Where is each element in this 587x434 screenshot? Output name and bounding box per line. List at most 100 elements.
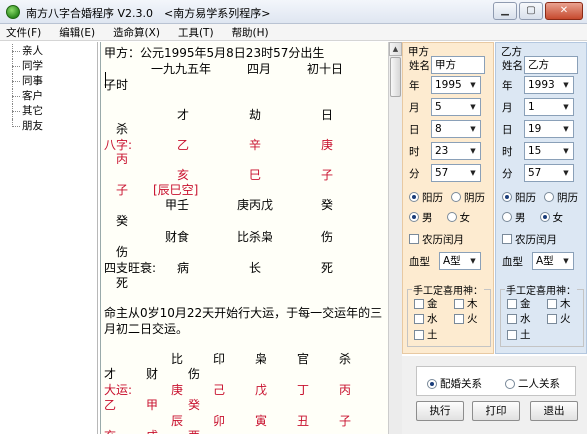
- party-a-tu-checkbox[interactable]: 土: [414, 327, 438, 342]
- canggan-1: 甲壬: [165, 198, 190, 212]
- scroll-thumb[interactable]: [390, 57, 401, 97]
- party-b-name-input[interactable]: 乙方: [524, 56, 578, 74]
- two-person-relation-radio[interactable]: 二人关系: [505, 376, 560, 391]
- minimize-button[interactable]: ▁: [493, 2, 517, 20]
- chevron-down-icon: ▼: [563, 147, 569, 155]
- dayun-intro-2: 月初二日交运。: [104, 322, 189, 336]
- tree-item-colleagues[interactable]: 同事: [0, 74, 97, 89]
- menu-edit[interactable]: 编辑(E): [59, 25, 95, 40]
- print-button[interactable]: 打印: [472, 401, 520, 421]
- menu-tools[interactable]: 工具(T): [178, 25, 214, 40]
- party-a-solar-radio[interactable]: 阳历: [409, 190, 443, 205]
- party-a-female-radio[interactable]: 女: [446, 210, 470, 225]
- checkbox-icon: [547, 298, 557, 309]
- exit-button[interactable]: 退出: [530, 401, 578, 421]
- party-a-day-value: 8: [435, 123, 442, 135]
- lunar-label: 阴历: [464, 191, 485, 204]
- party-a-month-select[interactable]: 5 ▼: [431, 98, 481, 116]
- blood-label: 血型: [409, 255, 430, 268]
- chart-text-area[interactable]: 甲方：公元1995年5月8日23时57分出生 一九九五年 四月 初十日 子时 才…: [100, 42, 388, 434]
- party-b-hour-select[interactable]: 15 ▼: [524, 142, 574, 160]
- canggan-2: 庚丙戊: [237, 198, 274, 212]
- bazi-zhi-3: 子: [321, 168, 334, 182]
- party-b-huo-checkbox[interactable]: 火: [547, 311, 571, 326]
- tree-item-clients[interactable]: 客户: [0, 89, 97, 104]
- party-a-shui-checkbox[interactable]: 水: [414, 311, 438, 326]
- party-b-blood-select[interactable]: A型 ▼: [532, 252, 574, 270]
- radio-icon: [502, 212, 512, 222]
- canggan-shen-3: 伤: [321, 230, 334, 244]
- party-b-shui-checkbox[interactable]: 水: [507, 311, 531, 326]
- action-area: 配婚关系 二人关系 执行 打印 退出: [402, 356, 587, 434]
- party-a-huo-checkbox[interactable]: 火: [454, 311, 478, 326]
- month-label: 月: [502, 101, 513, 114]
- close-button[interactable]: ✕: [545, 2, 583, 20]
- party-a-name-input[interactable]: 甲方: [431, 56, 485, 74]
- party-a-lunar-radio[interactable]: 阴历: [451, 190, 485, 205]
- marriage-relation-radio[interactable]: 配婚关系: [427, 376, 482, 391]
- birth-line: 甲方：公元1995年5月8日23时57分出生: [104, 46, 325, 60]
- mu-label: 木: [467, 298, 478, 310]
- checkbox-icon: [414, 329, 424, 340]
- text-caret: [105, 72, 106, 88]
- dayun-gan-8: 癸: [188, 398, 201, 412]
- menu-calc[interactable]: 造命算(X): [113, 25, 160, 40]
- tree-item-friends[interactable]: 朋友: [0, 119, 97, 134]
- huo-label: 火: [560, 313, 571, 325]
- maximize-button[interactable]: ▢: [519, 2, 543, 20]
- tree-item-relatives[interactable]: 亲人: [0, 44, 97, 59]
- party-b-month-select[interactable]: 1 ▼: [524, 98, 574, 116]
- bazi-gan-1: 乙: [177, 138, 190, 152]
- leap-month-label: 农历闰月: [515, 233, 557, 246]
- xiyong-title: 手工定喜用神：: [505, 282, 577, 297]
- run-button[interactable]: 执行: [416, 401, 464, 421]
- shui-label: 水: [520, 313, 531, 325]
- party-b-male-radio[interactable]: 男: [502, 210, 526, 225]
- bazi-label: 八字:: [104, 138, 133, 152]
- tree-item-others[interactable]: 其它: [0, 104, 97, 119]
- dayun-gan-4: 丁: [297, 383, 310, 397]
- party-a-male-radio[interactable]: 男: [409, 210, 433, 225]
- tree-item-classmates[interactable]: 同学: [0, 59, 97, 74]
- radio-checked-icon: [409, 212, 419, 222]
- party-b-minute-select[interactable]: 57 ▼: [524, 164, 574, 182]
- wangshuai-3: 死: [321, 261, 334, 275]
- checkbox-icon: [409, 234, 419, 244]
- solar-label: 阳历: [422, 191, 443, 204]
- checkbox-icon: [507, 329, 517, 340]
- window-controls: ▁ ▢ ✕: [493, 2, 583, 20]
- party-b-solar-radio[interactable]: 阳历: [502, 190, 536, 205]
- text-scrollbar[interactable]: ▲: [388, 42, 402, 434]
- shishen-top-4: 杀: [116, 122, 129, 136]
- menu-help[interactable]: 帮助(H): [232, 25, 269, 40]
- party-a-day-select[interactable]: 8 ▼: [431, 120, 481, 138]
- party-a-panel: 甲方 姓名 甲方 年 1995 ▼ 月 5 ▼ 日 8 ▼ 时 23 ▼ 分 57 ▼ 阳…: [402, 42, 494, 354]
- chevron-down-icon: ▼: [470, 125, 476, 133]
- party-b-year-select[interactable]: 1993 ▼: [524, 76, 574, 94]
- month-label: 月: [409, 101, 420, 114]
- party-b-leap-checkbox[interactable]: 农历闰月: [502, 232, 557, 247]
- radio-checked-icon: [502, 192, 512, 202]
- party-b-tu-checkbox[interactable]: 土: [507, 327, 531, 342]
- radio-checked-icon: [427, 378, 437, 389]
- shishen-top-1: 才: [177, 108, 190, 122]
- bazi-zhi-2: 巳: [249, 168, 262, 182]
- party-a-jin-checkbox[interactable]: 金: [414, 296, 438, 311]
- party-a-year-select[interactable]: 1995 ▼: [431, 76, 481, 94]
- party-a-hour-select[interactable]: 23 ▼: [431, 142, 481, 160]
- menu-file[interactable]: 文件(F): [6, 25, 41, 40]
- party-b-lunar-radio[interactable]: 阴历: [544, 190, 578, 205]
- checkbox-icon: [414, 298, 424, 309]
- party-a-leap-checkbox[interactable]: 农历闰月: [409, 232, 464, 247]
- party-a-mu-checkbox[interactable]: 木: [454, 296, 478, 311]
- party-b-female-radio[interactable]: 女: [539, 210, 563, 225]
- minute-label: 分: [409, 167, 420, 180]
- party-a-minute-select[interactable]: 57 ▼: [431, 164, 481, 182]
- arrow-up-icon[interactable]: ▲: [389, 42, 402, 56]
- party-a-blood-value: A型: [443, 255, 461, 267]
- party-b-day-select[interactable]: 19 ▼: [524, 120, 574, 138]
- radio-icon: [505, 378, 515, 389]
- party-b-mu-checkbox[interactable]: 木: [547, 296, 571, 311]
- party-b-jin-checkbox[interactable]: 金: [507, 296, 531, 311]
- party-a-blood-select[interactable]: A型 ▼: [439, 252, 481, 270]
